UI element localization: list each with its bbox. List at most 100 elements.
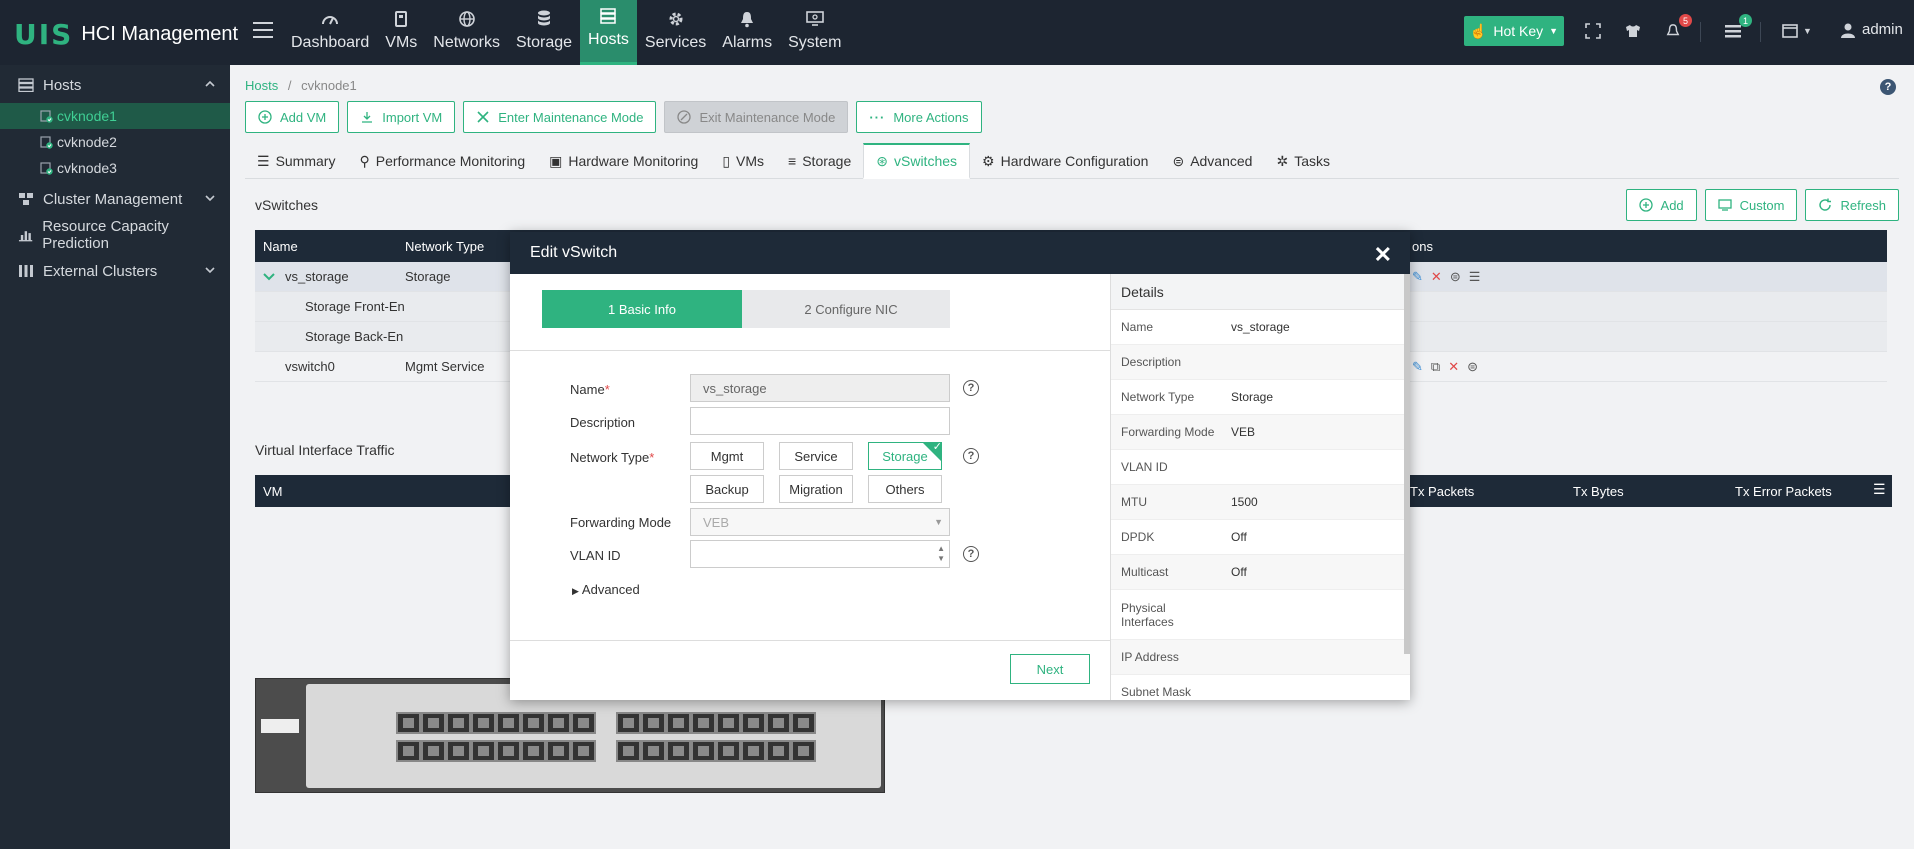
fullscreen-icon[interactable] bbox=[1582, 20, 1604, 42]
vswitches-title: vSwitches bbox=[255, 197, 319, 213]
advanced-label: Advanced bbox=[581, 582, 640, 597]
name-help-icon[interactable]: ? bbox=[963, 380, 979, 396]
edit-icon[interactable]: ✎ bbox=[1412, 269, 1423, 285]
exit-icon bbox=[677, 110, 692, 124]
tab-label: Performance Monitoring bbox=[375, 153, 526, 169]
tab-summary[interactable]: ☰ Summary bbox=[245, 143, 347, 179]
advanced-icon[interactable]: ⊜ bbox=[1467, 359, 1478, 375]
copy-icon[interactable]: ⧉ bbox=[1431, 359, 1440, 375]
refresh-button[interactable]: Refresh bbox=[1805, 189, 1899, 221]
app-title: HCI Management bbox=[81, 23, 239, 45]
task-list-icon[interactable]: 1 bbox=[1722, 14, 1752, 42]
network-type-storage[interactable]: Storage bbox=[868, 442, 942, 470]
tab-label: Hardware Configuration bbox=[1000, 153, 1149, 169]
nav-system[interactable]: System bbox=[780, 0, 849, 65]
nav-networks[interactable]: Networks bbox=[425, 0, 508, 65]
forwarding-mode-select[interactable]: VEB ▼ bbox=[690, 508, 950, 536]
tab-advanced[interactable]: ⊜ Advanced bbox=[1160, 143, 1264, 179]
nav-services[interactable]: Services bbox=[637, 0, 714, 65]
hot-key-button[interactable]: ☝ Hot Key ▼ bbox=[1464, 16, 1564, 46]
tab-tasks[interactable]: ✲ Tasks bbox=[1264, 143, 1342, 179]
custom-button[interactable]: Custom bbox=[1704, 189, 1798, 221]
shirt-icon[interactable] bbox=[1622, 20, 1644, 42]
help-icon[interactable]: ? bbox=[1880, 79, 1896, 95]
notification-bell-icon[interactable]: 5 bbox=[1662, 14, 1692, 42]
row-actions: ✎ ⧉ ✕ ⊜ bbox=[1412, 359, 1478, 375]
window-menu-icon[interactable]: ▼ bbox=[1780, 20, 1814, 42]
delete-icon[interactable]: ✕ bbox=[1448, 359, 1459, 375]
wizard-steps: 1 Basic Info 2 Configure NIC bbox=[542, 290, 950, 328]
network-type-backup[interactable]: Backup bbox=[690, 475, 764, 503]
network-type-service[interactable]: Service bbox=[779, 442, 853, 470]
next-button[interactable]: Next bbox=[1010, 654, 1090, 684]
network-type-others[interactable]: Others bbox=[868, 475, 942, 503]
nav-label: Services bbox=[644, 34, 707, 51]
host-ok-icon bbox=[40, 135, 53, 149]
tab-performance-monitoring[interactable]: ⚲ Performance Monitoring bbox=[347, 143, 537, 179]
tab-hardware-configuration[interactable]: ⚙ Hardware Configuration bbox=[970, 143, 1160, 179]
vlan-help-icon[interactable]: ? bbox=[963, 546, 979, 562]
advanced-icon[interactable]: ⊜ bbox=[1450, 269, 1461, 285]
sidebar-group-resource-capacity[interactable]: Resource Capacity Prediction bbox=[0, 217, 230, 253]
detail-key: MTU bbox=[1121, 495, 1147, 509]
nav-label: System bbox=[788, 34, 842, 51]
tab-storage[interactable]: ≡ Storage bbox=[776, 143, 863, 179]
breadcrumb-hosts-link[interactable]: Hosts bbox=[245, 78, 278, 93]
detail-key: VLAN ID bbox=[1121, 460, 1168, 474]
step-configure-nic[interactable]: 2 Configure NIC bbox=[742, 290, 950, 328]
step-basic-info[interactable]: 1 Basic Info bbox=[542, 290, 758, 328]
tab-vswitches[interactable]: ⊛ vSwitches bbox=[863, 143, 971, 179]
import-vm-button[interactable]: Import VM bbox=[347, 101, 456, 133]
user-name: admin bbox=[1862, 21, 1903, 38]
sidebar-item-cvknode1[interactable]: cvknode1 bbox=[0, 103, 230, 129]
sidebar-group-cluster-management[interactable]: Cluster Management bbox=[0, 181, 230, 217]
vswitch-toolbar: Add Custom Refresh bbox=[1625, 189, 1899, 221]
network-type-help-icon[interactable]: ? bbox=[963, 448, 979, 464]
button-label: Import VM bbox=[382, 109, 443, 125]
sidebar-item-cvknode2[interactable]: cvknode2 bbox=[0, 129, 230, 155]
delete-icon[interactable]: ✕ bbox=[1431, 269, 1442, 285]
spinner-icon[interactable]: ▲ ▼ bbox=[937, 544, 945, 564]
detail-value: VEB bbox=[1231, 425, 1256, 439]
advanced-toggle[interactable]: ▶ Advanced bbox=[572, 582, 640, 597]
tab-label: Storage bbox=[802, 153, 852, 169]
edit-icon[interactable]: ✎ bbox=[1412, 359, 1423, 375]
ethernet-port bbox=[521, 712, 546, 734]
tab-vms[interactable]: ▯ VMs bbox=[710, 143, 776, 179]
vlan-id-field[interactable]: ▲ ▼ bbox=[690, 540, 950, 568]
network-type-migration[interactable]: Migration bbox=[779, 475, 853, 503]
vm-icon bbox=[392, 10, 410, 28]
nav-dashboard[interactable]: Dashboard bbox=[283, 0, 377, 65]
menu-toggle-icon[interactable] bbox=[253, 22, 273, 38]
tab-label: vSwitches bbox=[894, 153, 958, 169]
nav-alarms[interactable]: Alarms bbox=[714, 0, 780, 65]
add-vm-button[interactable]: Add VM bbox=[245, 101, 340, 133]
nav-hosts[interactable]: Hosts bbox=[580, 0, 637, 65]
name-field[interactable]: vs_storage bbox=[690, 374, 950, 402]
add-vswitch-button[interactable]: Add bbox=[1625, 189, 1697, 221]
nav-vms[interactable]: VMs bbox=[377, 0, 425, 65]
monitor-icon bbox=[1718, 199, 1732, 211]
sidebar-group-external-clusters[interactable]: External Clusters bbox=[0, 253, 230, 289]
sidebar-group-hosts[interactable]: Hosts bbox=[0, 67, 230, 103]
tab-hardware-monitoring[interactable]: ▣ Hardware Monitoring bbox=[537, 143, 710, 179]
more-actions-button[interactable]: ··· More Actions bbox=[856, 101, 982, 133]
exit-maintenance-button[interactable]: Exit Maintenance Mode bbox=[664, 101, 849, 133]
network-type-mgmt[interactable]: Mgmt bbox=[690, 442, 764, 470]
description-field[interactable] bbox=[690, 407, 950, 435]
ethernet-port bbox=[791, 740, 816, 762]
enter-maintenance-button[interactable]: Enter Maintenance Mode bbox=[463, 101, 657, 133]
detail-row: Subnet Mask bbox=[1111, 675, 1410, 700]
close-icon[interactable]: ✕ bbox=[1374, 242, 1392, 268]
sidebar-item-cvknode3[interactable]: cvknode3 bbox=[0, 155, 230, 181]
details-scrollbar[interactable] bbox=[1404, 274, 1410, 654]
detail-key: Name bbox=[1121, 320, 1154, 334]
sidebar: Hosts cvknode1 cvknode2 cvknode3 Cluster… bbox=[0, 65, 230, 849]
breadcrumb-separator: / bbox=[287, 78, 292, 93]
user-menu[interactable]: admin bbox=[1840, 21, 1903, 38]
column-menu-icon[interactable]: ☰ bbox=[1873, 481, 1886, 498]
breadcrumb: Hosts / cvknode1 bbox=[245, 78, 357, 93]
settings-icon[interactable]: ☰ bbox=[1469, 269, 1481, 285]
tab-label: VMs bbox=[736, 153, 765, 169]
nav-storage[interactable]: Storage bbox=[508, 0, 580, 65]
